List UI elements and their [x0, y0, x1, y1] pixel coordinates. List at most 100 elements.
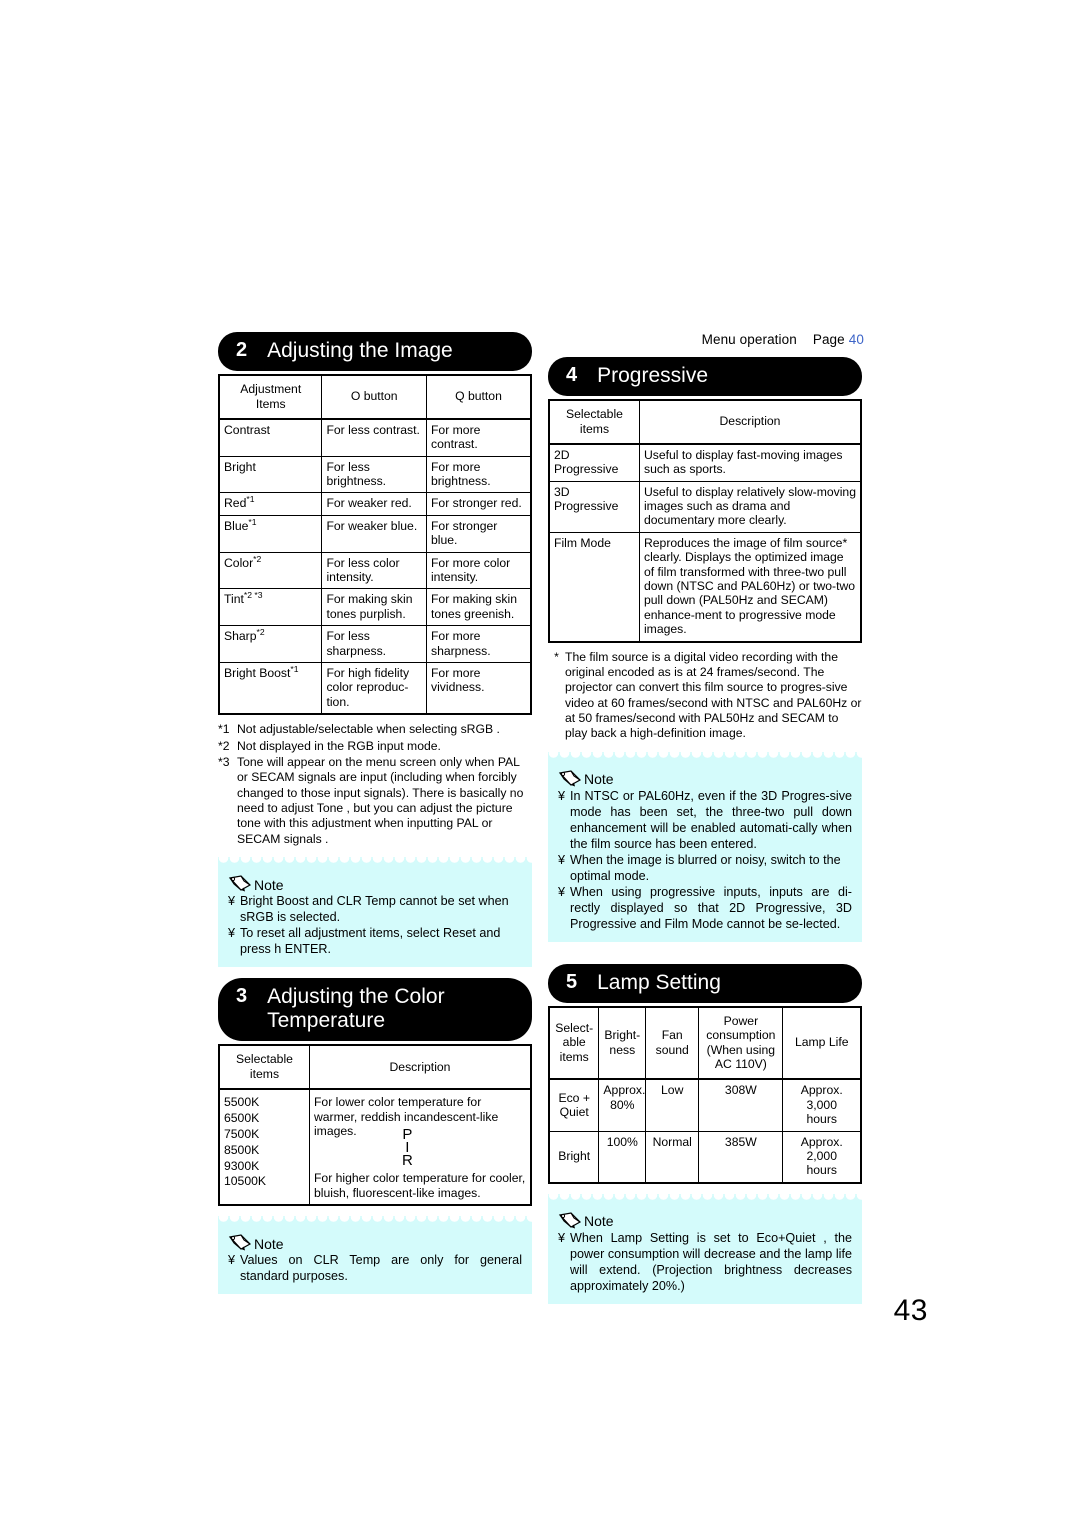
row-item-l1: 3D: [554, 484, 570, 499]
table-row: Eco + Quiet Approx. 80% Low 308W Approx.…: [548, 1078, 862, 1132]
description-top: For lower color temperature for warmer, …: [313, 1095, 499, 1138]
col-selectable-items-l2: items: [249, 1066, 280, 1081]
note-bullet: ¥: [558, 1230, 566, 1245]
col-power-l1: Power: [723, 1013, 759, 1028]
col-fan-sound-l1: Fan: [661, 1028, 683, 1043]
row-less: For weaker red.: [321, 492, 427, 516]
row-brightness-l1: Approx.: [603, 1083, 646, 1098]
lamp-setting-body: Eco + Quiet Approx. 80% Low 308W Approx.…: [548, 1078, 862, 1184]
row-lamp-life-l2: 2,000: [806, 1148, 837, 1163]
note-bullet: ¥: [228, 926, 236, 941]
row-item-l1: Eco +: [558, 1090, 590, 1105]
row-item-label: Blue: [224, 518, 249, 533]
row-more: For more color intensity.: [425, 551, 532, 590]
row-brightness: Approx. 80%: [598, 1078, 647, 1132]
col-power-l4: AC 110V): [714, 1057, 767, 1072]
row-item-l2: Progressive: [554, 462, 619, 477]
row-item-footnote-mark: *1: [290, 663, 299, 674]
table-row: Bright For less brightness. For more bri…: [218, 455, 532, 494]
footnote-text: Tone will appear on the menu screen only…: [237, 754, 524, 846]
col-adjustment-items-l1: Adjustment: [240, 382, 302, 397]
note-box-section-3: Note ¥ Values on CLR Temp are only for g…: [218, 1216, 532, 1295]
footnote-text: The film source is a digital video recor…: [565, 649, 862, 741]
row-description: Useful to display relatively slow-moving…: [638, 480, 862, 533]
col-power-l2: consumption: [706, 1028, 776, 1043]
row-item: Contrast: [218, 418, 323, 457]
row-less: For less color intensity.: [321, 551, 427, 590]
note-item: ¥ Values on CLR Temp are only for genera…: [228, 1253, 522, 1285]
row-item-label: Tint: [224, 592, 244, 607]
row-item-label: Color: [224, 555, 254, 570]
note-item-text: When Lamp Setting is set to Eco+Quiet , …: [570, 1230, 852, 1293]
col-description: Description: [308, 1044, 532, 1091]
col-description: Description: [638, 399, 862, 445]
note-scallop-edge: [218, 1216, 532, 1226]
adjustment-items-body: Contrast For less contrast. For more con…: [218, 418, 532, 715]
table-header-row: Selectable items Description: [548, 399, 862, 445]
note-item: ¥ Bright Boost and CLR Temp cannot be se…: [228, 894, 522, 926]
color-temp-item: 10500K: [224, 1174, 267, 1189]
col-adjustment-items: Adjustment Items: [218, 374, 323, 420]
row-fan-sound: Low: [645, 1078, 700, 1132]
row-more: For more sharpness.: [425, 625, 532, 663]
note-header: Note: [558, 770, 852, 787]
col-brightness-l1: Bright-: [604, 1028, 641, 1043]
col-selectable-items-l1: Selectable: [566, 407, 623, 422]
row-more: For making skin tones greenish.: [425, 588, 532, 627]
progressive-body: 2D Progressive Useful to display fast-mo…: [548, 443, 862, 643]
progressive-table: Selectable items Description 2D Progress…: [548, 399, 862, 643]
row-item: Tint*2 *3: [218, 588, 323, 627]
col-q-button: Q button: [425, 374, 532, 420]
section-2-title: Adjusting the Image: [267, 339, 453, 362]
note-item-text: Values on CLR Temp are only for general …: [240, 1253, 522, 1284]
section-2-banner: 2 Adjusting the Image: [218, 332, 532, 372]
table-row: Sharp*2 For less sharpness. For more sha…: [218, 625, 532, 663]
note-box-section-4: Note ¥ In NTSC or PAL60Hz, even if the 3…: [548, 751, 862, 942]
row-item: Film Mode: [548, 531, 640, 643]
color-temp-item: 7500K: [224, 1126, 260, 1141]
note-bullet: ¥: [558, 788, 566, 803]
note-header: Note: [558, 1212, 852, 1229]
pencil-icon: [558, 770, 582, 787]
section-4-title: Progressive: [597, 364, 709, 387]
pencil-icon: [558, 1212, 582, 1229]
table-row: Color*2 For less color intensity. For mo…: [218, 551, 532, 590]
table-header-row: Selectable items Description: [218, 1044, 532, 1091]
row-less: For making skin tones purplish.: [321, 588, 427, 627]
row-item-l1: Film Mode: [554, 535, 611, 550]
table-row: Red*1 For weaker red. For stronger red.: [218, 492, 532, 516]
row-brightness-l1: 100%: [606, 1134, 638, 1149]
footnote-text: Not displayed in the RGB input mode.: [237, 738, 441, 753]
note-header: Note: [228, 1234, 522, 1251]
note-item: ¥ When using progressive inputs, inputs …: [558, 885, 852, 933]
row-item-footnote-mark: *1: [248, 516, 257, 527]
table-header-row: Select- able items Bright- ness Fan soun…: [548, 1006, 862, 1081]
col-brightness-l2: ness: [609, 1042, 636, 1057]
row-fan-sound: Normal: [645, 1130, 700, 1184]
color-temperature-description: For lower color temperature for warmer, …: [308, 1088, 532, 1206]
col-selectable-items-l2: items: [579, 421, 610, 436]
footnote-mark: *2: [218, 738, 230, 753]
color-temp-item: 8500K: [224, 1142, 260, 1157]
note-item: ¥ To reset all adjustment items, select …: [228, 926, 522, 958]
col-selectable-items-l2: able: [562, 1035, 586, 1050]
note-label: Note: [584, 1213, 614, 1230]
row-power-consumption: 308W: [698, 1078, 784, 1132]
col-brightness: Bright- ness: [598, 1006, 647, 1081]
row-item-footnote-mark: *2: [256, 627, 265, 638]
row-item: Bright: [218, 455, 323, 494]
row-item: Sharp*2: [218, 625, 323, 663]
row-item: Bright: [548, 1130, 600, 1184]
section-3-number: 3: [236, 985, 248, 1008]
note-body: ¥ In NTSC or PAL60Hz, even if the 3D Pro…: [558, 789, 852, 933]
arrow-artifact-glyph: P I R: [401, 1127, 413, 1169]
table-row: Contrast For less contrast. For more con…: [218, 418, 532, 457]
footnote: *2 Not displayed in the RGB input mode.: [218, 739, 532, 754]
footnote-text: Not adjustable/selectable when selecting…: [237, 722, 500, 737]
row-item: 2D Progressive: [548, 443, 640, 482]
table-row: Tint*2 *3 For making skin tones purplish…: [218, 588, 532, 627]
artifact-glyph-bottom: R: [401, 1151, 413, 1169]
row-item-label: Contrast: [224, 422, 271, 437]
color-temperature-body: 5500K 6500K 7500K 8500K 9300K 10500K For…: [218, 1088, 532, 1206]
row-less: For high fidelity color reproduc-tion.: [321, 662, 427, 715]
